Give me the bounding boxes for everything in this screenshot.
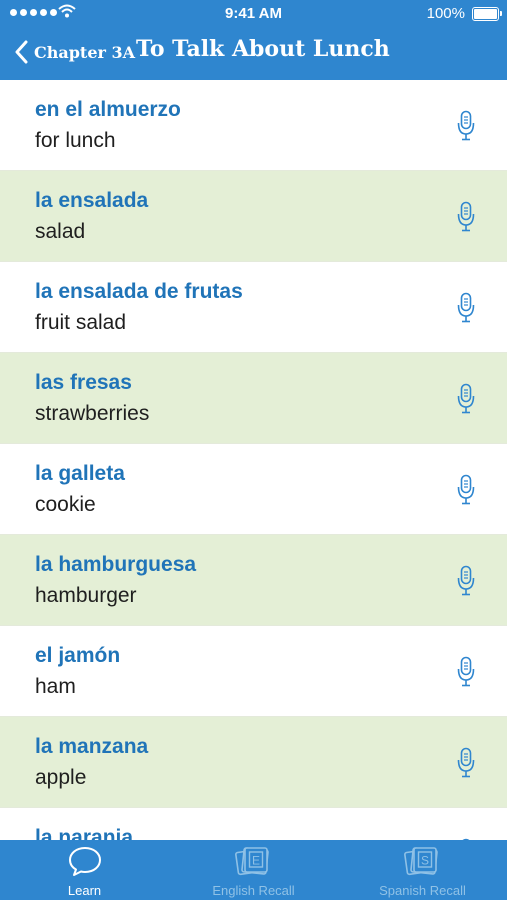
tab-learn-label: Learn (67, 883, 102, 898)
vocab-row[interactable]: la naranja (0, 808, 507, 840)
navigation-bar: Chapter 3A To Talk About Lunch (0, 26, 507, 80)
vocab-row[interactable]: la manzana apple (0, 717, 507, 808)
microphone-icon[interactable] (457, 201, 475, 238)
microphone-icon[interactable] (457, 292, 475, 329)
vocab-term: las fresas (35, 371, 132, 394)
battery-percentage: 100% (426, 5, 465, 22)
microphone-icon[interactable] (457, 110, 475, 147)
vocab-row[interactable]: la ensalada de frutas fruit salad (0, 262, 507, 353)
chevron-left-icon (15, 40, 28, 64)
vocab-meaning: salad (35, 220, 86, 243)
vocab-row[interactable]: la galleta cookie (0, 444, 507, 535)
vocab-meaning: hamburger (35, 584, 137, 607)
vocab-term: la galleta (35, 462, 125, 485)
tab-learn[interactable]: Learn (0, 840, 169, 900)
vocab-meaning: ham (35, 675, 76, 698)
vocab-meaning: strawberries (35, 402, 150, 425)
vocab-term: la hamburguesa (35, 553, 197, 576)
microphone-icon[interactable] (457, 474, 475, 511)
vocab-term: la ensalada (35, 189, 149, 212)
microphone-icon[interactable] (457, 383, 475, 420)
speech-bubble-icon (68, 847, 101, 876)
status-bar: 9:41 AM 100% (0, 0, 507, 26)
battery-icon (472, 7, 502, 21)
vocab-term: la naranja (35, 826, 134, 840)
vocab-row[interactable]: la ensalada salad (0, 171, 507, 262)
vocab-row[interactable]: el jamón ham (0, 626, 507, 717)
vocab-meaning: cookie (35, 493, 96, 516)
vocab-term: el jamón (35, 644, 121, 667)
vocab-term: la manzana (35, 735, 149, 758)
vocab-term: en el almuerzo (35, 98, 181, 121)
tab-spanish-recall[interactable]: S Spanish Recall (338, 840, 507, 900)
svg-text:S: S (420, 854, 428, 868)
page-title: To Talk About Lunch (136, 36, 390, 62)
vocab-meaning: apple (35, 766, 87, 789)
microphone-icon[interactable] (457, 565, 475, 602)
microphone-icon[interactable] (457, 656, 475, 693)
top-bar: 9:41 AM 100% Chapter 3A To Talk About Lu… (0, 0, 507, 80)
vocabulary-list[interactable]: en el almuerzo for lunch la ensalada salad l… (0, 80, 507, 840)
vocab-term: la ensalada de frutas (35, 280, 243, 303)
tab-spanish-recall-label: Spanish Recall (379, 883, 466, 898)
vocab-row[interactable]: la hamburguesa hamburger (0, 535, 507, 626)
tab-bar: Learn E English Recall S Spanish Recall (0, 840, 507, 900)
back-button-label: Chapter 3A (34, 42, 136, 62)
tab-english-recall[interactable]: E English Recall (169, 840, 338, 900)
tab-english-recall-label: English Recall (212, 883, 295, 898)
flashcards-s-icon: S (403, 847, 438, 876)
vocab-meaning: for lunch (35, 129, 116, 152)
microphone-icon[interactable] (457, 747, 475, 784)
back-button[interactable]: Chapter 3A (14, 38, 135, 66)
vocab-row[interactable]: las fresas strawberries (0, 353, 507, 444)
vocab-row[interactable]: en el almuerzo for lunch (0, 80, 507, 171)
vocab-meaning: fruit salad (35, 311, 127, 334)
flashcards-e-icon: E (234, 847, 269, 876)
svg-text:E: E (251, 854, 259, 868)
